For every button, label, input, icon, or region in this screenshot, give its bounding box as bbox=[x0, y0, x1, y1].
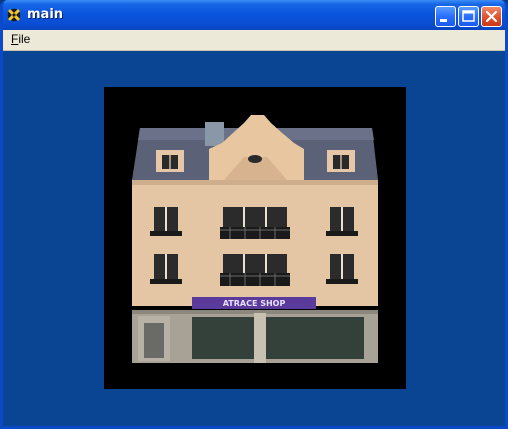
title-bar[interactable]: main bbox=[3, 0, 505, 30]
maximize-icon bbox=[462, 10, 475, 22]
building-render: ATRACE SHOP bbox=[132, 115, 378, 363]
facade bbox=[132, 180, 378, 306]
minimize-button[interactable] bbox=[435, 6, 456, 27]
shop-sign-text: ATRACE SHOP bbox=[223, 299, 286, 308]
client-area: ATRACE SHOP bbox=[3, 51, 505, 426]
app-logo-icon bbox=[7, 8, 21, 22]
menu-file[interactable]: File bbox=[11, 32, 30, 46]
minimize-icon bbox=[440, 19, 447, 22]
app-window: main File ATRACE SHOP bbox=[0, 0, 508, 429]
render-viewport[interactable]: ATRACE SHOP bbox=[104, 87, 406, 389]
close-icon bbox=[485, 10, 498, 23]
shop-window-left bbox=[192, 317, 254, 359]
chimney bbox=[205, 122, 224, 146]
menu-file-label-rest: ile bbox=[18, 32, 31, 46]
close-button[interactable] bbox=[481, 6, 502, 27]
maximize-button[interactable] bbox=[458, 6, 479, 27]
window-title: main bbox=[27, 7, 64, 22]
shop-window-right bbox=[266, 317, 364, 359]
menu-bar: File bbox=[3, 30, 505, 51]
